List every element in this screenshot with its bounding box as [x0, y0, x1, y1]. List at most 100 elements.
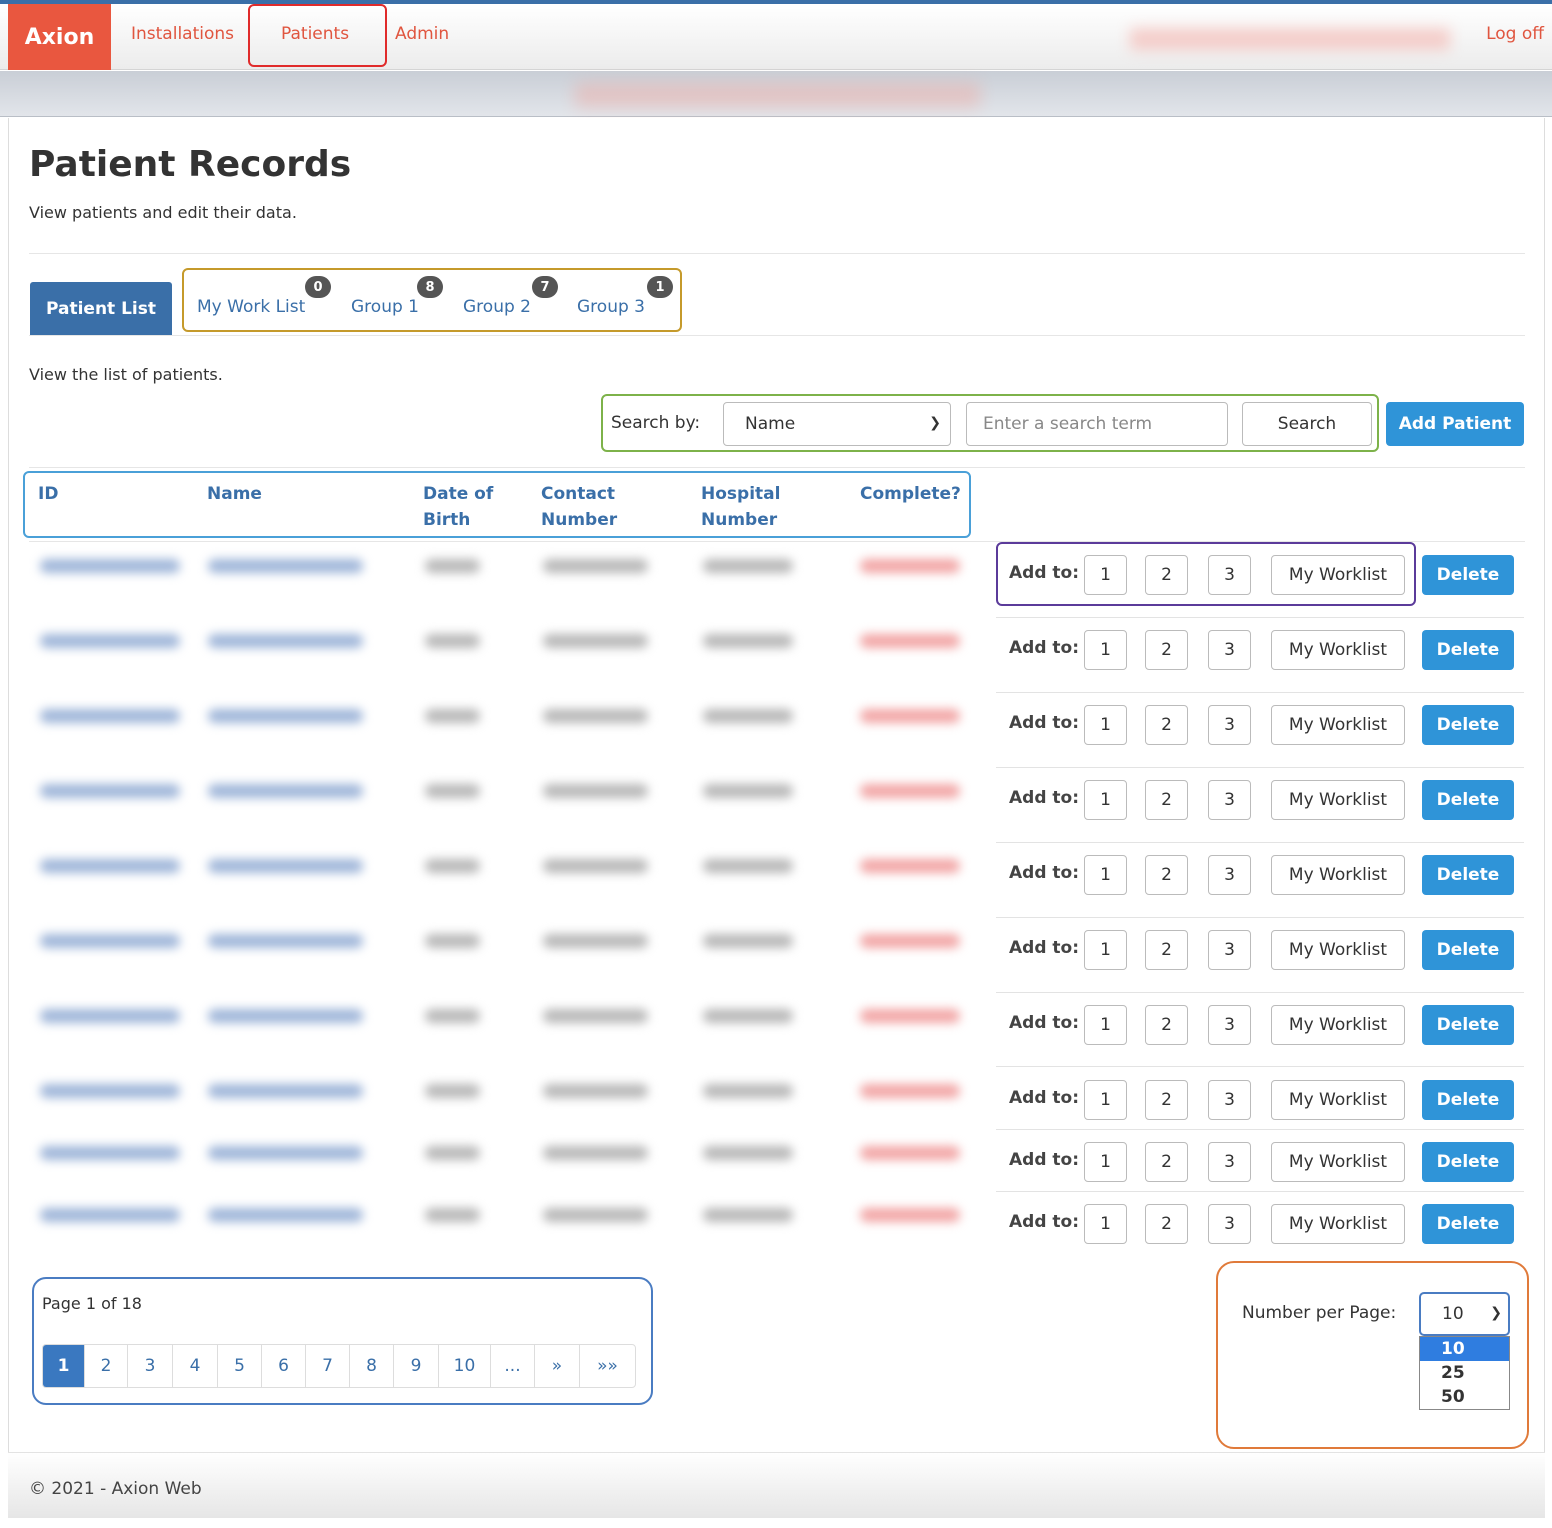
redacted-cell: [40, 559, 180, 573]
tab-patient-list[interactable]: Patient List: [30, 282, 172, 336]
page-link-11[interactable]: ...: [491, 1345, 535, 1387]
add-to-group-1-button[interactable]: 1: [1084, 630, 1127, 670]
add-to-worklist-button[interactable]: My Worklist: [1271, 1204, 1405, 1244]
footer: [8, 1452, 1545, 1518]
column-header-dob[interactable]: Date of Birth: [423, 481, 503, 533]
add-to-group-2-button[interactable]: 2: [1145, 855, 1188, 895]
page-link-1[interactable]: 1: [43, 1345, 85, 1387]
delete-button[interactable]: Delete: [1422, 705, 1514, 745]
delete-button[interactable]: Delete: [1422, 630, 1514, 670]
row-divider: [996, 842, 1524, 843]
add-to-group-1-button[interactable]: 1: [1084, 855, 1127, 895]
delete-button[interactable]: Delete: [1422, 1005, 1514, 1045]
search-by-label: Search by:: [611, 413, 701, 433]
page-link-4[interactable]: 4: [173, 1345, 218, 1387]
page-link-13[interactable]: »»: [580, 1345, 635, 1387]
nav-admin[interactable]: Admin: [395, 24, 449, 44]
page-link-12[interactable]: »: [535, 1345, 580, 1387]
page-link-7[interactable]: 7: [306, 1345, 350, 1387]
page-link-9[interactable]: 9: [394, 1345, 439, 1387]
per-page-select[interactable]: 10 ❯: [1419, 1292, 1510, 1336]
add-to-group-2-button[interactable]: 2: [1145, 930, 1188, 970]
add-to-worklist-button[interactable]: My Worklist: [1271, 930, 1405, 970]
add-to-worklist-button[interactable]: My Worklist: [1271, 630, 1405, 670]
add-to-group-2-button[interactable]: 2: [1145, 780, 1188, 820]
add-to-group-3-button[interactable]: 3: [1208, 555, 1251, 595]
column-header-complete[interactable]: Complete?: [860, 481, 961, 507]
delete-button[interactable]: Delete: [1422, 930, 1514, 970]
search-button[interactable]: Search: [1242, 402, 1372, 446]
add-to-worklist-button[interactable]: My Worklist: [1271, 1080, 1405, 1120]
add-to-group-1-button[interactable]: 1: [1084, 705, 1127, 745]
add-to-group-3-button[interactable]: 3: [1208, 1005, 1251, 1045]
redacted-cell: [860, 559, 960, 573]
add-to-group-2-button[interactable]: 2: [1145, 555, 1188, 595]
add-to-group-1-button[interactable]: 1: [1084, 1204, 1127, 1244]
page-link-2[interactable]: 2: [85, 1345, 128, 1387]
page-title: Patient Records: [29, 144, 352, 185]
page-link-10[interactable]: 10: [439, 1345, 491, 1387]
add-to-group-3-button[interactable]: 3: [1208, 930, 1251, 970]
page-link-3[interactable]: 3: [128, 1345, 173, 1387]
per-page-option-10[interactable]: 10: [1420, 1337, 1509, 1361]
add-to-group-1-button[interactable]: 1: [1084, 930, 1127, 970]
add-to-group-2-button[interactable]: 2: [1145, 1080, 1188, 1120]
add-to-group-3-button[interactable]: 3: [1208, 1204, 1251, 1244]
nav-installations[interactable]: Installations: [131, 24, 234, 44]
delete-button[interactable]: Delete: [1422, 1080, 1514, 1120]
add-to-worklist-button[interactable]: My Worklist: [1271, 705, 1405, 745]
add-to-group-1-button[interactable]: 1: [1084, 1080, 1127, 1120]
add-patient-button[interactable]: Add Patient: [1386, 402, 1524, 446]
delete-button[interactable]: Delete: [1422, 855, 1514, 895]
search-input[interactable]: [966, 402, 1228, 446]
add-to-worklist-button[interactable]: My Worklist: [1271, 1005, 1405, 1045]
page-link-5[interactable]: 5: [218, 1345, 262, 1387]
tab-group-1[interactable]: Group 1: [351, 297, 419, 317]
tab-group-2[interactable]: Group 2: [463, 297, 531, 317]
add-to-group-2-button[interactable]: 2: [1145, 1005, 1188, 1045]
add-to-group-1-button[interactable]: 1: [1084, 780, 1127, 820]
add-to-group-3-button[interactable]: 3: [1208, 1142, 1251, 1182]
add-to-group-2-button[interactable]: 2: [1145, 1142, 1188, 1182]
add-to-worklist-button[interactable]: My Worklist: [1271, 780, 1405, 820]
add-to-group-2-button[interactable]: 2: [1145, 705, 1188, 745]
redacted-cell: [703, 859, 793, 873]
delete-button[interactable]: Delete: [1422, 1142, 1514, 1182]
brand-logo[interactable]: Axion: [8, 4, 111, 70]
column-header-name[interactable]: Name: [207, 481, 262, 507]
add-to-group-3-button[interactable]: 3: [1208, 630, 1251, 670]
per-page-option-25[interactable]: 25: [1420, 1361, 1509, 1385]
nav-patients[interactable]: Patients: [281, 24, 349, 44]
search-field-select[interactable]: Name ❯: [723, 402, 951, 446]
per-page-option-50[interactable]: 50: [1420, 1385, 1509, 1409]
logoff-link[interactable]: Log off: [1486, 24, 1544, 44]
page-link-6[interactable]: 6: [262, 1345, 306, 1387]
add-to-worklist-button[interactable]: My Worklist: [1271, 855, 1405, 895]
add-to-group-3-button[interactable]: 3: [1208, 705, 1251, 745]
redacted-cell: [425, 784, 480, 798]
tab-group-3[interactable]: Group 3: [577, 297, 645, 317]
page-subtitle: View patients and edit their data.: [29, 203, 297, 222]
add-to-group-1-button[interactable]: 1: [1084, 555, 1127, 595]
delete-button[interactable]: Delete: [1422, 555, 1514, 595]
add-to-group-3-button[interactable]: 3: [1208, 855, 1251, 895]
delete-button[interactable]: Delete: [1422, 1204, 1514, 1244]
add-to-group-2-button[interactable]: 2: [1145, 1204, 1188, 1244]
add-to-group-1-button[interactable]: 1: [1084, 1005, 1127, 1045]
add-to-group-1-button[interactable]: 1: [1084, 1142, 1127, 1182]
search-divider: [29, 467, 1525, 468]
column-header-contact[interactable]: Contact Number: [541, 481, 631, 533]
delete-button[interactable]: Delete: [1422, 780, 1514, 820]
column-header-hospital-number[interactable]: Hospital Number: [701, 481, 791, 533]
page-link-8[interactable]: 8: [350, 1345, 394, 1387]
add-to-group-3-button[interactable]: 3: [1208, 1080, 1251, 1120]
tab-my-work-list[interactable]: My Work List: [197, 297, 305, 317]
add-to-group-2-button[interactable]: 2: [1145, 630, 1188, 670]
redacted-cell: [543, 934, 648, 948]
redacted-cell: [860, 859, 960, 873]
chevron-down-icon: ❯: [1490, 1305, 1502, 1321]
add-to-group-3-button[interactable]: 3: [1208, 780, 1251, 820]
add-to-worklist-button[interactable]: My Worklist: [1271, 555, 1405, 595]
column-header-id[interactable]: ID: [38, 481, 58, 507]
add-to-worklist-button[interactable]: My Worklist: [1271, 1142, 1405, 1182]
